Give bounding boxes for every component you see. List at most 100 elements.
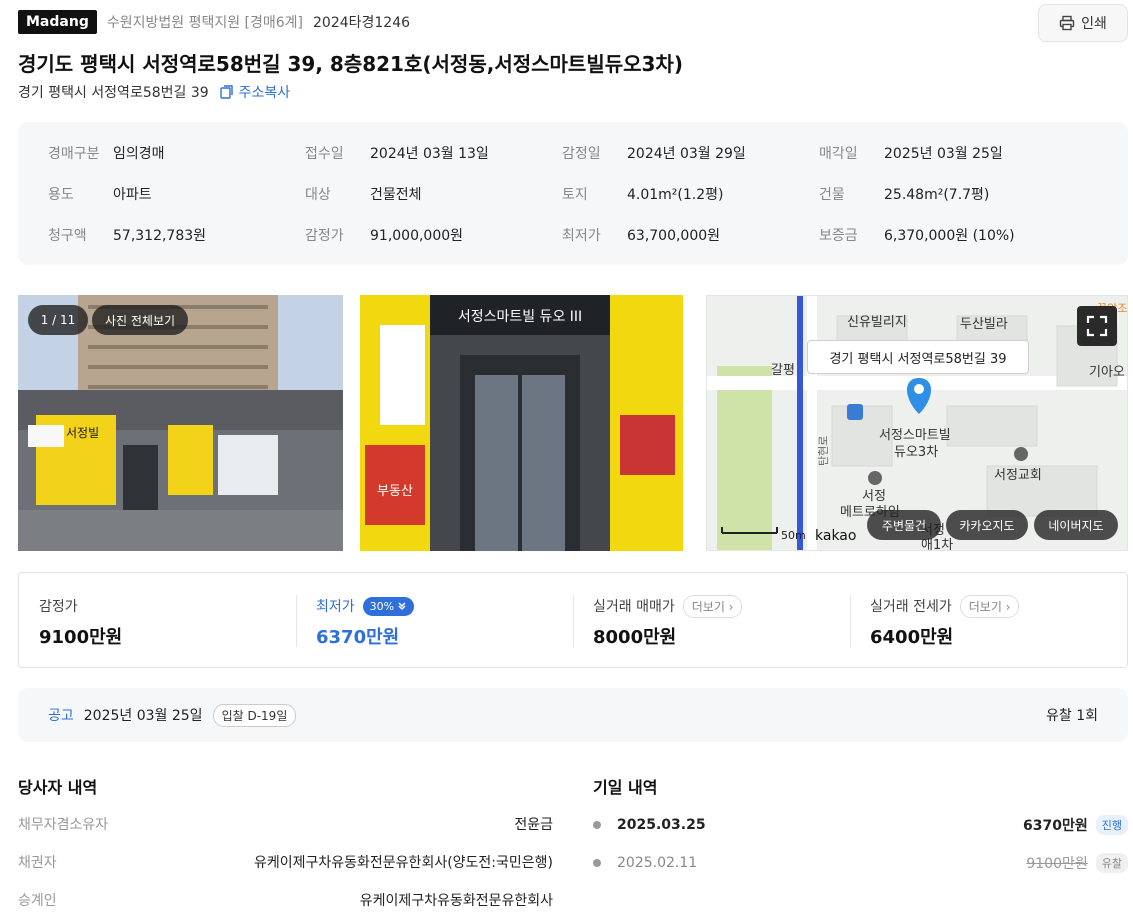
expand-icon — [1086, 315, 1108, 337]
notice-label: 공고 — [48, 708, 74, 724]
property-photo-1[interactable]: 서정빌 1 / 11 사진 전체보기 — [18, 295, 343, 551]
copy-address-button[interactable]: 주소복사 — [219, 82, 290, 102]
fail-count: 유찰 1회 — [1046, 708, 1098, 724]
info-label: 접수일 — [305, 145, 344, 162]
info-cell: 감정일 2024년 03월 29일 — [562, 142, 819, 163]
info-value: 건물전체 — [370, 186, 422, 203]
svg-text:두산빌라: 두산빌라 — [960, 317, 1008, 332]
nearby-listings-button[interactable]: 주변물건 — [867, 510, 941, 540]
printer-icon — [1059, 15, 1075, 31]
brand-logo: Madang — [18, 10, 97, 34]
sale-price-label: 실거래 매매가 — [593, 599, 675, 615]
info-label: 대상 — [305, 186, 331, 203]
entrance-photo: 서정스마트빌 듀오 III 부동산 — [360, 295, 683, 551]
schedule-date: 2025.03.25 — [617, 817, 706, 833]
sub-address-row: 경기 평택시 서정역로58번길 39 주소복사 — [18, 82, 290, 102]
info-label: 매각일 — [819, 145, 858, 162]
property-photo-2[interactable]: 서정스마트빌 듀오 III 부동산 — [360, 295, 683, 551]
info-value: 임의경매 — [113, 145, 165, 162]
appraisal-label: 감정가 — [39, 599, 78, 615]
schedule-date: 2025.02.11 — [617, 855, 698, 871]
case-number: 2024타경1246 — [313, 15, 411, 31]
sale-price-value: 8000만원 — [593, 627, 677, 648]
page-title: 경기도 평택시 서정역로58번길 39, 8층821호(서정동,서정스마트빌듀오… — [18, 52, 683, 76]
jeonse-price: 실거래 전세가 더보기 › 6400만원 — [870, 594, 1020, 649]
svg-text:서정빌: 서정빌 — [66, 426, 99, 440]
map-address-tooltip: 경기 평택시 서정역로58번길 39 — [807, 340, 1029, 374]
info-value: 아파트 — [113, 186, 152, 203]
party-name: 유케이제구차유동화전문유한회사 — [359, 893, 553, 909]
svg-text:서정스마트빌: 서정스마트빌 — [879, 428, 951, 443]
status-dot — [593, 821, 601, 829]
svg-text:신유빌리지: 신유빌리지 — [847, 315, 907, 330]
svg-text:갈평: 갈평 — [771, 363, 795, 378]
info-label: 경매구분 — [48, 145, 100, 162]
sale-more-button[interactable]: 더보기 › — [682, 594, 743, 618]
kakao-map-button[interactable]: 카카오지도 — [946, 510, 1028, 540]
info-value: 2024년 03월 13일 — [370, 145, 489, 162]
print-button[interactable]: 인쇄 — [1038, 4, 1128, 42]
dday-badge: 입찰 D-19일 — [212, 703, 297, 727]
status-dot — [593, 859, 601, 867]
map-fullscreen-button[interactable] — [1077, 306, 1117, 346]
divider — [850, 595, 851, 647]
more-label: 더보기 — [691, 599, 725, 614]
sub-address: 경기 평택시 서정역로58번길 39 — [18, 85, 209, 101]
schedule-amount: 6370만원 — [1023, 818, 1088, 834]
svg-text:50m: 50m — [781, 529, 806, 542]
svg-text:서정교회: 서정교회 — [994, 468, 1042, 483]
view-all-photos-button[interactable]: 사진 전체보기 — [92, 305, 188, 335]
party-row: 승계인 유케이제구차유동화전문유한회사 — [18, 890, 553, 912]
svg-text:서정스마트빌 듀오 III: 서정스마트빌 듀오 III — [458, 309, 582, 325]
print-label: 인쇄 — [1081, 16, 1107, 32]
svg-text:탄현로: 탄현로 — [817, 436, 830, 466]
info-label: 용도 — [48, 186, 74, 203]
min-price-label: 최저가 — [316, 599, 355, 615]
schedule-title: 기일 내역 — [593, 778, 658, 797]
info-label: 토지 — [562, 186, 588, 203]
info-value: 57,312,783원 — [113, 227, 207, 244]
party-row: 채권자 유케이제구차유동화전문유한회사(양도전:국민은행) — [18, 852, 553, 874]
case-info-panel: 경매구분 임의경매 접수일 2024년 03월 13일 감정일 2024년 03월 29일… — [18, 122, 1128, 265]
info-cell: 최저가 63,700,000원 — [562, 224, 819, 245]
min-price-rate-badge[interactable]: 30% — [362, 596, 415, 616]
jeonse-more-button[interactable]: 더보기 › — [959, 594, 1020, 618]
court-name: 수원지방법원 평택지원 [경매6계] — [106, 15, 304, 31]
info-cell: 매각일 2025년 03월 25일 — [819, 142, 1076, 163]
info-label: 최저가 — [562, 227, 601, 244]
info-label: 청구액 — [48, 227, 87, 244]
info-cell: 청구액 57,312,783원 — [48, 224, 305, 245]
svg-text:kakao: kakao — [815, 528, 856, 544]
info-label: 건물 — [819, 186, 845, 203]
min-rate-text: 30% — [369, 599, 395, 613]
info-value: 25.48m²(7.7평) — [884, 186, 990, 203]
naver-map-button[interactable]: 네이버지도 — [1034, 510, 1118, 540]
status-badge: 유찰 — [1095, 853, 1128, 873]
more-label: 더보기 — [968, 599, 1002, 614]
party-row: 채무자겸소유자 전윤금 — [18, 814, 553, 836]
auction-notice: 공고 2025년 03월 25일 입찰 D-19일 유찰 1회 — [18, 688, 1128, 742]
divider — [296, 595, 297, 647]
info-cell: 감정가 91,000,000원 — [305, 224, 562, 245]
info-value: 2025년 03월 25일 — [884, 145, 1003, 162]
parties-title: 당사자 내역 — [18, 778, 98, 797]
status-badge: 진행 — [1095, 815, 1128, 835]
info-cell: 토지 4.01m²(1.2평) — [562, 183, 819, 204]
price-summary-panel: 감정가 9100만원 최저가 30% 6370만원 실거래 매매가 더보기 › … — [18, 572, 1128, 668]
min-price-value: 6370만원 — [316, 627, 400, 648]
info-value: 63,700,000원 — [627, 227, 721, 244]
notice-date: 2025년 03월 25일 — [83, 708, 203, 724]
svg-text:부동산: 부동산 — [377, 484, 413, 499]
info-value: 91,000,000원 — [370, 227, 464, 244]
sale-price: 실거래 매매가 더보기 › 8000만원 — [593, 594, 743, 649]
copy-icon — [219, 85, 233, 99]
location-map[interactable]: 신유빌리지 두산빌라 갈평 기아오 서정스마트빌 듀오3차 서정교회 서정 메트… — [706, 295, 1128, 551]
party-role: 채권자 — [18, 855, 57, 871]
svg-text:서정: 서정 — [862, 489, 886, 504]
schedule-row: 2025.03.25 6370만원 진행 — [593, 814, 1128, 836]
info-value: 4.01m²(1.2평) — [627, 186, 724, 203]
chevron-double-down-icon — [398, 602, 406, 611]
minimum-price: 최저가 30% 6370만원 — [316, 595, 415, 649]
info-cell: 대상 건물전체 — [305, 183, 562, 204]
svg-text:듀오3차: 듀오3차 — [894, 445, 938, 460]
